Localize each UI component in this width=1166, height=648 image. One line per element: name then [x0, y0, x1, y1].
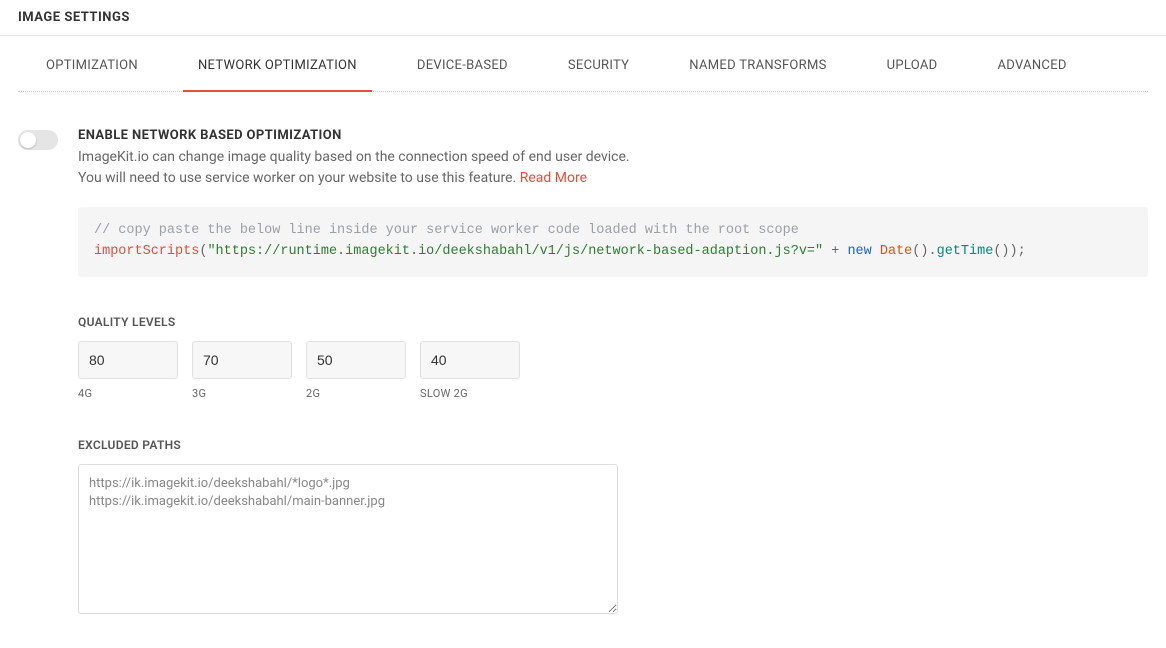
code-str: "https://runtime.imagekit.io/deekshabahl… [207, 244, 823, 259]
quality-label: QUALITY LEVELS [78, 315, 1148, 329]
quality-col-4g: 4G [78, 341, 178, 400]
code-call1: (). [912, 244, 936, 259]
quality-caption-3g: 3G [192, 387, 292, 400]
code-method: getTime [937, 244, 994, 259]
quality-col-2g: 2G [306, 341, 406, 400]
tab-advanced[interactable]: ADVANCED [998, 36, 1067, 91]
tab-network-optimization[interactable]: NETWORK OPTIMIZATION [198, 36, 357, 91]
code-new: new [847, 244, 871, 259]
section-desc: ImageKit.io can change image quality bas… [78, 147, 1148, 189]
quality-caption-slow2g: SLOW 2G [420, 387, 520, 400]
tab-security[interactable]: SECURITY [568, 36, 629, 91]
tab-named-transforms[interactable]: NAMED TRANSFORMS [689, 36, 826, 91]
tabs-wrap: OPTIMIZATION NETWORK OPTIMIZATION DEVICE… [0, 36, 1166, 92]
code-comment: // copy paste the below line inside your… [94, 223, 799, 238]
quality-caption-4g: 4G [78, 387, 178, 400]
excluded-label: EXCLUDED PATHS [78, 438, 1148, 452]
tabs: OPTIMIZATION NETWORK OPTIMIZATION DEVICE… [18, 36, 1148, 92]
quality-input-slow2g[interactable] [420, 341, 520, 379]
section-title: ENABLE NETWORK BASED OPTIMIZATION [78, 128, 1148, 143]
read-more-link[interactable]: Read More [520, 170, 587, 186]
page-title: IMAGE SETTINGS [18, 10, 1148, 25]
quality-input-3g[interactable] [192, 341, 292, 379]
quality-col-3g: 3G [192, 341, 292, 400]
desc-line1: ImageKit.io can change image quality bas… [78, 149, 630, 165]
quality-input-2g[interactable] [306, 341, 406, 379]
quality-grid: 4G 3G 2G SLOW 2G [78, 341, 1148, 400]
desc-line2: You will need to use service worker on y… [78, 170, 520, 186]
code-plus: + [823, 244, 847, 259]
tab-device-based[interactable]: DEVICE-BASED [417, 36, 508, 91]
quality-col-slow2g: SLOW 2G [420, 341, 520, 400]
code-block: // copy paste the below line inside your… [78, 207, 1148, 277]
section-main: ENABLE NETWORK BASED OPTIMIZATION ImageK… [78, 128, 1148, 618]
enable-network-opt-toggle[interactable] [18, 130, 58, 150]
tab-upload[interactable]: UPLOAD [887, 36, 938, 91]
tab-optimization[interactable]: OPTIMIZATION [46, 36, 138, 91]
code-tail: ()); [993, 244, 1025, 259]
excluded-paths-textarea[interactable] [78, 464, 618, 614]
code-date: Date [872, 244, 913, 259]
quality-input-4g[interactable] [78, 341, 178, 379]
code-func: importScripts [94, 244, 199, 259]
quality-caption-2g: 2G [306, 387, 406, 400]
content: ENABLE NETWORK BASED OPTIMIZATION ImageK… [0, 92, 1166, 648]
page-header: IMAGE SETTINGS [0, 0, 1166, 36]
toggle-knob [20, 132, 36, 148]
